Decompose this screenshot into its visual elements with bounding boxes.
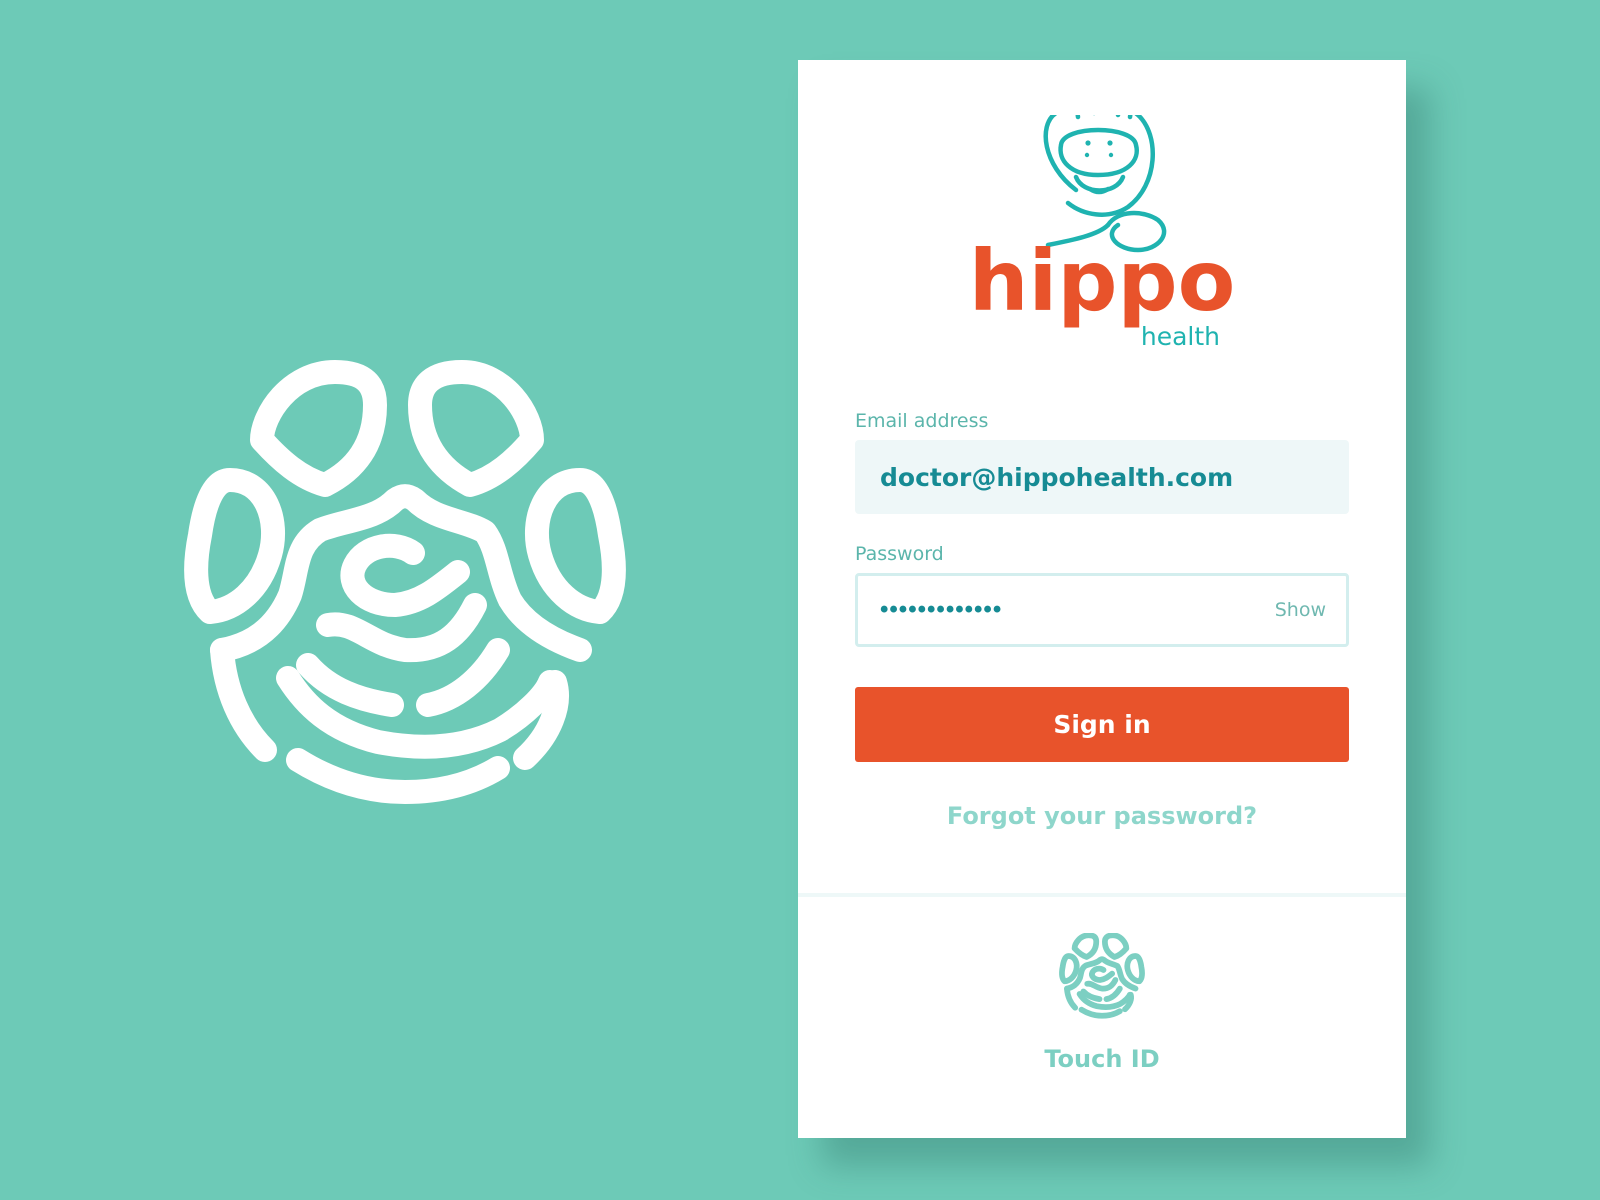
brand-subtitle: health	[1141, 322, 1220, 351]
password-label: Password	[855, 543, 944, 565]
email-field[interactable]: doctor@hippohealth.com	[855, 440, 1349, 514]
brand-wordmark: hippo	[969, 232, 1236, 330]
forgot-password-link[interactable]: Forgot your password?	[798, 802, 1406, 830]
password-field[interactable]: ••••••••••••• Show	[855, 573, 1349, 647]
password-value: •••••••••••••	[880, 596, 1003, 623]
fingerprint-icon[interactable]	[1056, 933, 1148, 1025]
sign-in-button[interactable]: Sign in	[855, 687, 1349, 762]
touch-id-label[interactable]: Touch ID	[798, 1045, 1406, 1073]
login-card: hippo health Email address doctor@hippoh…	[798, 60, 1406, 1138]
divider	[798, 893, 1406, 897]
fingerprint-illustration	[184, 360, 626, 804]
email-label: Email address	[855, 410, 989, 432]
hippo-health-logo: hippo health	[969, 115, 1236, 351]
show-password-toggle[interactable]: Show	[1275, 599, 1326, 621]
